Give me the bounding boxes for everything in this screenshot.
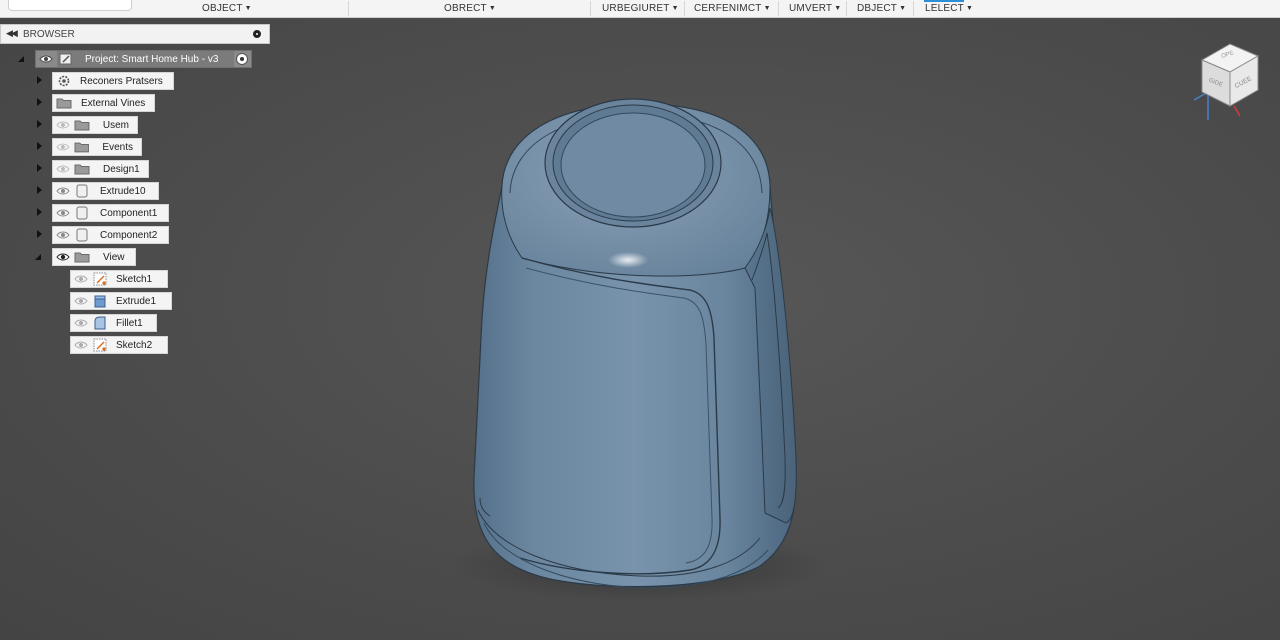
eye-icon[interactable] <box>73 271 89 287</box>
tree-item-component2[interactable]: Component2 <box>52 226 169 244</box>
caret-down-icon: ▼ <box>488 5 497 12</box>
menu-urbegiuret[interactable]: URBEGIURET ▼ <box>602 3 679 14</box>
toolbar-divider <box>348 1 349 16</box>
tree-item-extrude1[interactable]: Extrude1 <box>70 292 172 310</box>
menu-object[interactable]: OBJECT ▼ <box>202 3 252 14</box>
eye-hidden-icon[interactable] <box>55 139 71 155</box>
expand-toggle-icon[interactable] <box>37 230 42 238</box>
folder-icon <box>56 98 72 109</box>
active-target-icon[interactable] <box>236 53 248 65</box>
toolbar-divider <box>846 1 847 16</box>
expand-toggle-icon[interactable] <box>18 56 24 62</box>
eye-icon[interactable] <box>73 315 89 331</box>
tree-item-fillet1[interactable]: Fillet1 <box>70 314 157 332</box>
app-tab[interactable] <box>8 0 132 11</box>
tree-item-sketch1[interactable]: Sketch1 <box>70 270 168 288</box>
root-label-chip: Project: Smart Home Hub - v3 <box>57 51 234 67</box>
canvas-viewport[interactable] <box>0 18 1280 640</box>
tree-item-design1[interactable]: Design1 <box>52 160 149 178</box>
menu-cerfenimct[interactable]: CERFENIMCT ▼ <box>694 3 771 14</box>
caret-down-icon: ▼ <box>966 5 974 12</box>
tree-item-view[interactable]: View <box>52 248 136 266</box>
body-icon <box>76 206 88 220</box>
tree-item-external-vines[interactable]: External Vines <box>52 94 155 112</box>
body-icon <box>76 184 88 198</box>
browser-title: BROWSER <box>23 29 75 40</box>
tree-item-usem[interactable]: Usem <box>52 116 138 134</box>
active-menu-indicator <box>924 0 964 2</box>
toolbar-divider <box>913 1 914 16</box>
eye-hidden-icon[interactable] <box>55 161 71 177</box>
menu-dbject[interactable]: DBJECT ▼ <box>857 3 906 14</box>
tree-item-sketch2[interactable]: Sketch2 <box>70 336 168 354</box>
menu-umvert[interactable]: UMVERT ▼ <box>789 3 841 14</box>
expand-toggle-icon[interactable] <box>37 142 42 150</box>
eye-icon[interactable] <box>55 183 71 199</box>
axis-z-icon <box>1194 91 1209 120</box>
eye-icon[interactable] <box>73 293 89 309</box>
tree-root-node[interactable]: Project: Smart Home Hub - v3 <box>35 50 252 68</box>
folder-icon <box>74 252 90 263</box>
toolbar-divider <box>684 1 685 16</box>
expand-toggle-icon[interactable] <box>37 208 42 216</box>
caret-down-icon: ▼ <box>834 5 842 12</box>
pin-panel-icon[interactable] <box>253 30 261 38</box>
gear-icon <box>58 75 70 87</box>
toolbar-divider <box>590 1 591 16</box>
sketch-icon <box>93 338 107 352</box>
caret-down-icon: ▼ <box>671 5 679 12</box>
tree-item-events[interactable]: Events <box>52 138 142 156</box>
top-toolbar: OBJECT ▼ OBRECT ▼ URBEGIURET ▼ CERFENIMCT ▼ … <box>0 0 1280 18</box>
caret-down-icon: ▼ <box>899 5 907 12</box>
tree-item-reconers-pratsers[interactable]: Reconers Pratsers <box>52 72 174 90</box>
view-cube[interactable]: OPE GIDE CUEE <box>1194 36 1266 120</box>
caret-down-icon: ▼ <box>763 5 771 12</box>
caret-down-icon: ▼ <box>244 5 252 12</box>
axis-x-icon <box>1233 105 1241 117</box>
tree-item-extrude10[interactable]: Extrude10 <box>52 182 159 200</box>
fillet-icon <box>94 316 106 330</box>
tree-root-label: Project: Smart Home Hub - v3 <box>85 53 219 65</box>
collapse-panel-icon[interactable]: ◀◀ <box>6 28 18 39</box>
eye-icon[interactable] <box>55 227 71 243</box>
expand-toggle-icon[interactable] <box>37 120 42 128</box>
toolbar-divider <box>778 1 779 16</box>
expand-toggle-icon[interactable] <box>37 98 42 106</box>
folder-icon <box>74 120 90 131</box>
eye-icon[interactable] <box>38 51 54 67</box>
tree-item-component1[interactable]: Component1 <box>52 204 169 222</box>
browser-panel-header: ◀◀ BROWSER <box>0 24 270 44</box>
smart-hub-model[interactable] <box>0 18 1280 640</box>
model-highlight <box>608 252 648 268</box>
expand-toggle-icon[interactable] <box>37 186 42 194</box>
folder-icon <box>74 164 90 175</box>
eye-icon[interactable] <box>55 205 71 221</box>
body-icon <box>76 228 88 242</box>
expand-toggle-icon[interactable] <box>37 164 42 172</box>
menu-obrect[interactable]: OBRECT ▼ <box>444 3 496 14</box>
eye-hidden-icon[interactable] <box>55 117 71 133</box>
sketch-icon <box>93 272 107 286</box>
eye-icon[interactable] <box>73 337 89 353</box>
extrude-icon <box>94 295 106 308</box>
folder-icon <box>74 142 89 153</box>
eye-icon[interactable] <box>55 249 71 265</box>
expand-toggle-icon[interactable] <box>35 254 41 260</box>
component-icon <box>59 53 72 65</box>
expand-toggle-icon[interactable] <box>37 76 42 84</box>
menu-lelect[interactable]: LELECT ▼ <box>925 3 973 14</box>
